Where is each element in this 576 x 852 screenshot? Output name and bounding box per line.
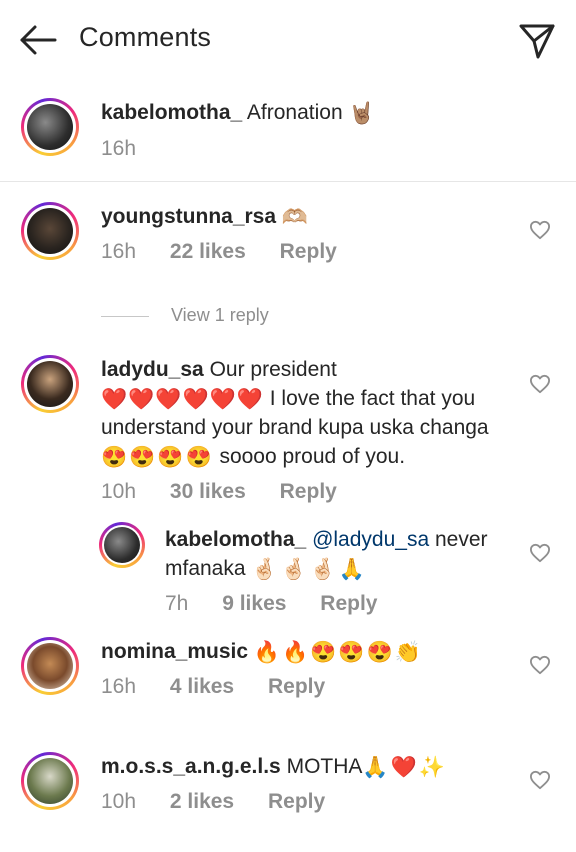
reply-button[interactable]: Reply xyxy=(280,240,337,263)
mention-link[interactable]: @ladydu_sa xyxy=(312,528,429,551)
reply-button[interactable]: Reply xyxy=(320,592,377,615)
likes-count[interactable]: 9 likes xyxy=(222,592,286,615)
likes-count[interactable]: 30 likes xyxy=(170,480,246,503)
avatar[interactable] xyxy=(27,758,73,804)
likes-count[interactable]: 4 likes xyxy=(170,675,234,698)
view-replies-line xyxy=(101,316,149,317)
crossed-fingers-pray-emoji: 🤞🏻🤞🏻🤞🏻🙏 xyxy=(251,557,368,581)
avatar[interactable] xyxy=(27,208,73,254)
comment-text: MOTHA xyxy=(286,755,363,778)
like-heart-icon[interactable] xyxy=(529,770,551,790)
reply-button[interactable]: Reply xyxy=(280,480,337,503)
rock-hand-emoji: 🤘🏽 xyxy=(348,101,375,125)
view-replies-button[interactable]: View 1 reply xyxy=(171,305,269,326)
like-heart-icon[interactable] xyxy=(529,220,551,240)
comment-time: 16h xyxy=(101,675,137,698)
fire-heart-eyes-clap-emoji: 🔥🔥😍😍😍👏 xyxy=(253,640,423,664)
avatar[interactable] xyxy=(27,361,73,407)
comment-time: 7h xyxy=(165,592,189,615)
send-icon[interactable] xyxy=(518,22,556,60)
caption-username[interactable]: kabelomotha_ xyxy=(101,101,242,124)
reply-button[interactable]: Reply xyxy=(268,790,325,813)
like-heart-icon[interactable] xyxy=(529,374,551,394)
avatar[interactable] xyxy=(27,104,73,150)
comment-time: 10h xyxy=(101,790,137,813)
comment-text: soooo proud of you. xyxy=(219,445,406,468)
comment-text: understand your brand kupa uska changa xyxy=(101,416,489,439)
avatar[interactable] xyxy=(27,643,73,689)
heart-eyes-emoji: 😍😍😍😍 xyxy=(101,445,214,469)
page-title: Comments xyxy=(79,22,212,52)
reply-text: mfanaka xyxy=(165,557,246,580)
like-heart-icon[interactable] xyxy=(529,543,551,563)
red-hearts-emoji: ❤️❤️❤️❤️❤️❤️ xyxy=(101,387,264,411)
heart-hands-emoji: 🫶🏼 xyxy=(281,205,309,229)
comment-username[interactable]: m.o.s.s_a.n.g.e.l.s xyxy=(101,755,281,778)
caption-time: 16h xyxy=(101,137,137,160)
reply-username[interactable]: kabelomotha_ xyxy=(165,528,306,551)
caption-text: Afronation xyxy=(246,101,343,124)
likes-count[interactable]: 2 likes xyxy=(170,790,234,813)
back-arrow-icon[interactable] xyxy=(18,22,58,58)
like-heart-icon[interactable] xyxy=(529,655,551,675)
likes-count[interactable]: 22 likes xyxy=(170,240,246,263)
comment-text: Our president xyxy=(209,358,337,381)
comment-username[interactable]: nomina_music xyxy=(101,640,248,663)
divider xyxy=(0,181,576,182)
header-bar: Comments xyxy=(0,0,576,80)
comment-text: I love the fact that you xyxy=(269,387,476,410)
avatar[interactable] xyxy=(104,527,140,563)
comment-username[interactable]: ladydu_sa xyxy=(101,358,204,381)
reply-button[interactable]: Reply xyxy=(268,675,325,698)
comment-time: 10h xyxy=(101,480,137,503)
reply-text: never xyxy=(434,528,488,551)
comment-time: 16h xyxy=(101,240,137,263)
comment-username[interactable]: youngstunna_rsa xyxy=(101,205,276,228)
pray-heart-sparkles-emoji: 🙏❤️✨ xyxy=(362,755,447,779)
